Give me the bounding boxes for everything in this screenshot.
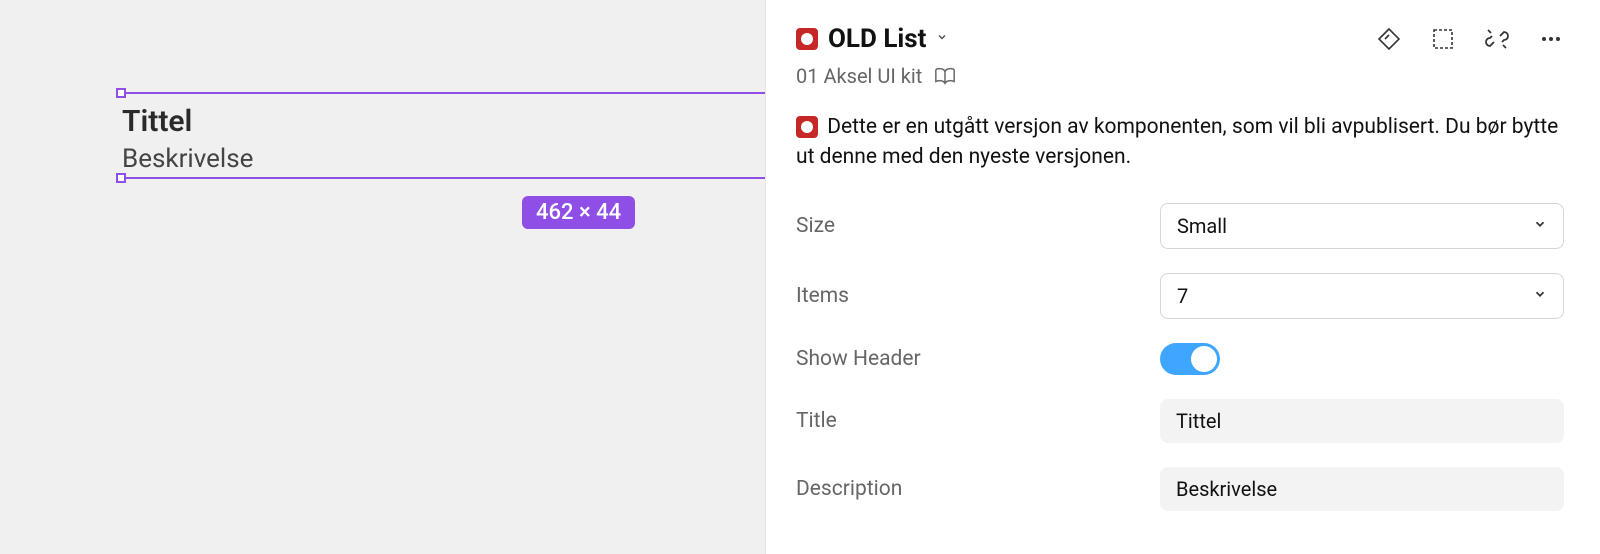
inspector-header: OLD List: [796, 24, 1564, 54]
dimension-badge: 462 × 44: [522, 196, 635, 229]
prop-label-description: Description: [796, 477, 1160, 501]
detach-instance-icon[interactable]: [1484, 26, 1510, 52]
component-name: OLD List: [828, 24, 926, 54]
go-to-main-component-icon[interactable]: [1376, 26, 1402, 52]
inspector-pane: OLD List 01 Aksel UI kit D: [766, 0, 1600, 554]
library-link[interactable]: 01 Aksel UI kit: [796, 64, 1564, 88]
book-icon: [934, 65, 956, 87]
prop-row-size: Size Small: [796, 203, 1564, 249]
prop-row-description: Description Beskrivelse: [796, 467, 1564, 511]
items-dropdown-value: 7: [1177, 284, 1188, 308]
prop-label-items: Items: [796, 284, 1160, 308]
chevron-down-icon: [1533, 287, 1547, 304]
rotating-light-icon: [796, 116, 818, 138]
rotating-light-icon: [796, 28, 818, 50]
selection-top-edge: [122, 92, 765, 94]
canvas-pane[interactable]: Tittel Beskrivelse 462 × 44: [0, 0, 766, 554]
prop-row-title: Title Tittel: [796, 399, 1564, 443]
prop-label-show-header: Show Header: [796, 347, 1160, 371]
selection-bottom-edge: [122, 177, 765, 179]
title-input[interactable]: Tittel: [1160, 399, 1564, 443]
component-preview-description: Beskrivelse: [122, 141, 765, 177]
description-input[interactable]: Beskrivelse: [1160, 467, 1564, 511]
prop-row-items: Items 7: [796, 273, 1564, 319]
warning-text: Dette er en utgått versjon av komponente…: [796, 115, 1558, 169]
library-name: 01 Aksel UI kit: [796, 64, 922, 88]
component-config-icon[interactable]: [1430, 26, 1456, 52]
prop-label-size: Size: [796, 214, 1160, 238]
prop-label-title: Title: [796, 409, 1160, 433]
prop-row-show-header: Show Header: [796, 343, 1564, 375]
chevron-down-icon: [936, 31, 948, 47]
header-actions: [1376, 26, 1564, 52]
component-preview-title: Tittel: [122, 94, 765, 141]
component-warning: Dette er en utgått versjon av komponente…: [796, 112, 1564, 173]
show-header-toggle[interactable]: [1160, 343, 1220, 375]
size-dropdown-value: Small: [1177, 214, 1227, 238]
resize-handle-bottom[interactable]: [116, 173, 126, 183]
selection-box[interactable]: Tittel Beskrivelse 462 × 44: [122, 92, 765, 179]
items-dropdown[interactable]: 7: [1160, 273, 1564, 319]
size-dropdown[interactable]: Small: [1160, 203, 1564, 249]
more-options-icon[interactable]: [1538, 26, 1564, 52]
toggle-knob: [1191, 346, 1217, 372]
chevron-down-icon: [1533, 217, 1547, 234]
component-title-button[interactable]: OLD List: [796, 24, 948, 54]
resize-handle-top[interactable]: [116, 88, 126, 98]
